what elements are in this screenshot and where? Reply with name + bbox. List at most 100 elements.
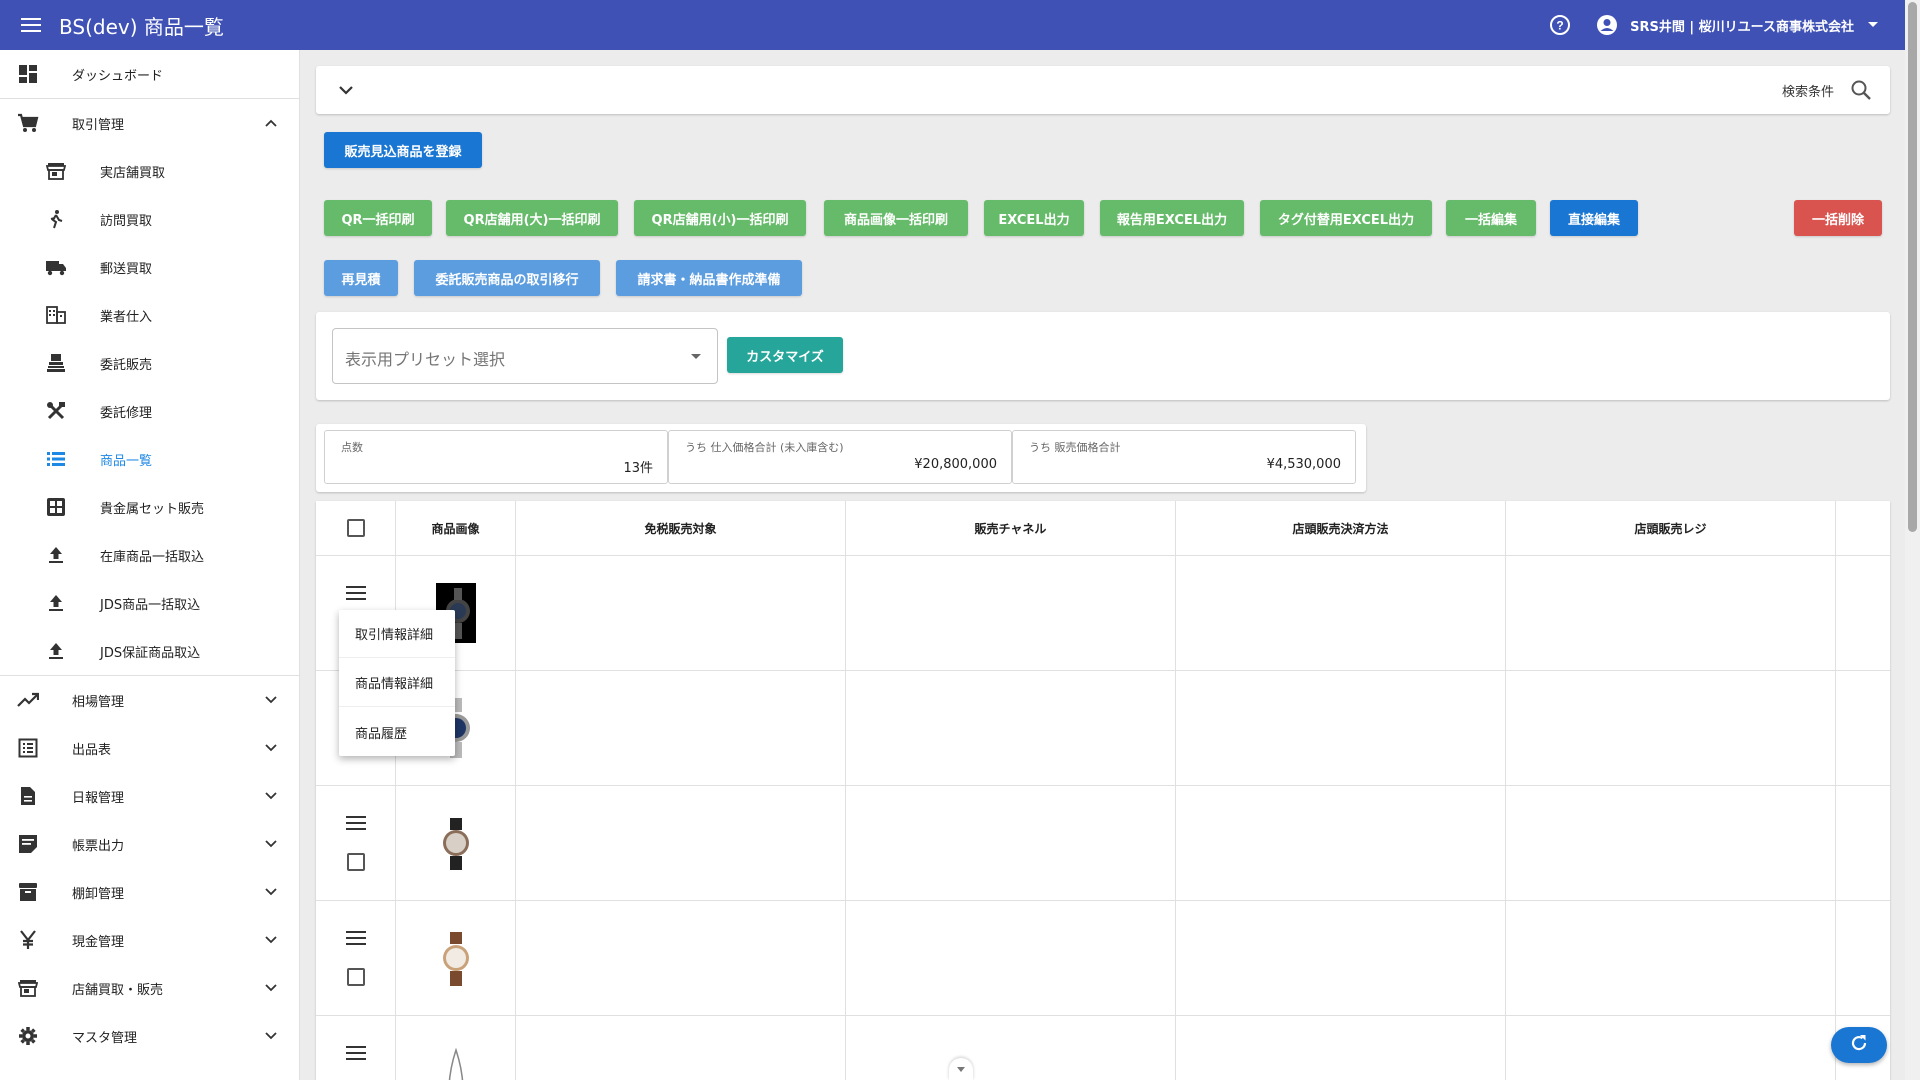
customize-button[interactable]: カスタマイズ [727,337,843,373]
sidebar-item-store-buy[interactable]: 実店舗買取 [0,147,299,195]
user-name[interactable]: SRS井間 | 桜川リユース商事株式会社 [1630,16,1854,35]
menu-item-trade-detail[interactable]: 取引情報詳細 [339,610,455,658]
sidebar-item-trade[interactable]: 取引管理 [0,99,299,147]
image-print-button[interactable]: 商品画像一括印刷 [824,200,968,236]
stat-label: うち 販売価格合計 [1029,441,1121,454]
menu-item-product-history[interactable]: 商品履歴 [339,708,455,756]
cart-icon [16,111,40,135]
row-payment-cell [1176,786,1506,900]
product-image[interactable] [439,818,473,874]
menu-icon[interactable] [17,0,45,50]
product-image[interactable] [441,1047,471,1080]
stat-value: ¥20,800,000 [914,457,997,472]
upload-icon [44,591,68,615]
chevron-down-icon[interactable] [1866,18,1880,32]
sidebar-item-label: 出品表 [72,742,112,758]
scrollbar-thumb[interactable] [1908,2,1917,532]
table-row [316,901,1890,1016]
direct-edit-button[interactable]: 直接編集 [1550,200,1638,236]
row-payment-cell [1176,671,1506,785]
table-row [316,671,1890,786]
row-channel-cell [846,786,1176,900]
sidebar-item-jds-warranty-import[interactable]: JDS保証商品取込 [0,627,299,675]
svg-text:?: ? [1556,19,1563,33]
refresh-icon [1849,1033,1869,1057]
bulk-delete-button[interactable]: 一括削除 [1794,200,1882,236]
sidebar-item-listing[interactable]: 出品表 [0,724,299,772]
sidebar-item-store-trade[interactable]: 店舗買取・販売 [0,964,299,1012]
sidebar: ダッシュボード 取引管理 実店舗買取 訪問買取 郵送買取 業者仕入 委託販売 委… [0,50,300,1080]
dashboard-icon [16,62,40,86]
product-image[interactable] [439,932,473,990]
sidebar-item-mail-buy[interactable]: 郵送買取 [0,243,299,291]
sidebar-item-metal-set[interactable]: 貴金属セット販売 [0,483,299,531]
row-checkbox[interactable] [347,853,365,871]
sidebar-item-label: 商品一覧 [100,453,153,469]
preset-select[interactable]: 表示用プリセット選択 [332,328,718,384]
excel-export-button[interactable]: EXCEL出力 [984,200,1084,236]
sidebar-item-label: 在庫商品一括取込 [100,549,205,565]
row-tax-free-cell [516,671,846,785]
sidebar-item-jds-import[interactable]: JDS商品一括取込 [0,579,299,627]
row-channel-cell [846,901,1176,1015]
sidebar-item-label: 委託販売 [100,357,153,373]
search-panel: 検索条件 [316,66,1890,114]
row-image-cell [396,1016,516,1080]
sidebar-item-cash[interactable]: 現金管理 [0,916,299,964]
vertical-scrollbar[interactable] [1905,0,1920,1080]
refresh-button[interactable] [1831,1027,1887,1063]
chevron-down-icon [263,836,279,852]
sidebar-item-label: 訪問買取 [100,213,153,229]
sidebar-item-vendor-buy[interactable]: 業者仕入 [0,291,299,339]
reestimate-button[interactable]: 再見積 [324,260,398,296]
sidebar-item-dashboard[interactable]: ダッシュボード [0,50,299,98]
sidebar-item-label: 現金管理 [72,934,125,950]
search-icon[interactable] [1850,79,1872,101]
report-excel-button[interactable]: 報告用EXCEL出力 [1100,200,1244,236]
sidebar-item-report-output[interactable]: 帳票出力 [0,820,299,868]
tag-excel-button[interactable]: タグ付替用EXCEL出力 [1260,200,1432,236]
row-actions-cell [316,901,396,1015]
tools-icon [44,399,68,423]
row-payment-cell [1176,1016,1506,1080]
stat-purchase-total: うち 仕入価格合計 (未入庫含む) ¥20,800,000 [668,430,1012,484]
sidebar-item-master[interactable]: マスタ管理 [0,1012,299,1060]
sidebar-item-stock-import[interactable]: 在庫商品一括取込 [0,531,299,579]
row-menu-icon[interactable] [346,816,366,832]
sidebar-item-inventory[interactable]: 棚卸管理 [0,868,299,916]
sidebar-item-product-list[interactable]: 商品一覧 [0,435,299,483]
preset-panel: 表示用プリセット選択 カスタマイズ [316,312,1890,400]
bulk-edit-button[interactable]: 一括編集 [1446,200,1536,236]
sidebar-item-visit-buy[interactable]: 訪問買取 [0,195,299,243]
consign-move-button[interactable]: 委託販売商品の取引移行 [414,260,600,296]
sidebar-item-consign-repair[interactable]: 委託修理 [0,387,299,435]
consign-icon [44,351,68,375]
help-icon[interactable]: ? [1548,13,1572,37]
store-icon [44,159,68,183]
header-channel: 販売チャネル [846,501,1176,556]
stat-value: 13件 [623,461,653,476]
sidebar-item-consign-sale[interactable]: 委託販売 [0,339,299,387]
row-menu-icon[interactable] [346,586,366,602]
chevron-down-icon[interactable] [336,80,356,100]
select-all-checkbox[interactable] [346,519,365,537]
sidebar-item-daily-report[interactable]: 日報管理 [0,772,299,820]
grid-icon [44,495,68,519]
register-button[interactable]: 販売見込商品を登録 [324,132,482,168]
header-select [316,501,396,556]
row-checkbox[interactable] [347,968,365,986]
row-channel-cell [846,1016,1176,1080]
sidebar-item-market[interactable]: 相場管理 [0,676,299,724]
scroll-down-icon[interactable] [949,1058,973,1080]
row-menu-icon[interactable] [346,931,366,947]
sidebar-item-label: 帳票出力 [72,838,125,854]
qr-small-print-button[interactable]: QR店舗用(小)一括印刷 [634,200,806,236]
row-menu-icon[interactable] [346,1046,366,1062]
qr-bulk-print-button[interactable]: QR一括印刷 [324,200,432,236]
account-icon [1596,14,1618,36]
invoice-prep-button[interactable]: 請求書・納品書作成準備 [616,260,802,296]
preset-placeholder: 表示用プリセット選択 [345,350,506,369]
chevron-down-icon [263,1028,279,1044]
qr-large-print-button[interactable]: QR店舗用(大)一括印刷 [446,200,618,236]
menu-item-product-detail[interactable]: 商品情報詳細 [339,659,455,707]
